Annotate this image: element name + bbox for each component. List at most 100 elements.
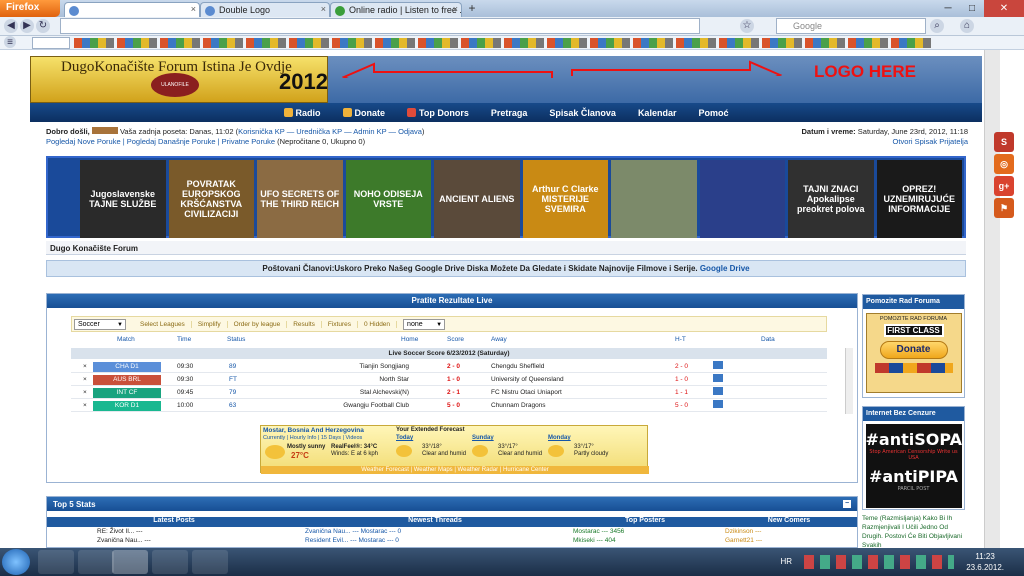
forward-icon[interactable]: ▶ bbox=[20, 19, 34, 33]
close-icon[interactable]: × bbox=[321, 4, 326, 14]
stat-cell[interactable]: Garnett21 --- bbox=[721, 536, 857, 545]
back-icon[interactable]: ◀ bbox=[4, 19, 18, 33]
firefox-menu-button[interactable]: Firefox bbox=[0, 0, 60, 17]
stat-cell[interactable]: Resident Evil... --- Mostarac --- 0 bbox=[301, 536, 569, 545]
odds-icon[interactable] bbox=[713, 374, 723, 382]
site-header: DugoKonačište Forum Istina Je Ovdje ULAN… bbox=[30, 56, 982, 103]
friends-link[interactable]: Otvori Spisak Prijatelja bbox=[893, 137, 968, 147]
language-indicator[interactable]: HR bbox=[780, 557, 792, 566]
forecast-day[interactable]: Monday 33°/17° Partly cloudy bbox=[548, 435, 624, 465]
share-icon[interactable]: ⚑ bbox=[994, 198, 1014, 218]
movie-poster[interactable]: ANCIENT ALIENS bbox=[434, 160, 520, 238]
reddit-icon[interactable]: ◎ bbox=[994, 154, 1014, 174]
table-row[interactable]: × AUS BRL 09:30 FT North Star 1 - 0 University… bbox=[71, 374, 827, 386]
close-icon[interactable]: × bbox=[191, 4, 196, 14]
user-cp-links[interactable]: Korisnička KP — Urednička KP — Admin KP … bbox=[238, 127, 422, 136]
odds-icon[interactable] bbox=[713, 400, 723, 408]
menu-item-members[interactable]: Spisak Članova bbox=[549, 108, 616, 118]
table-row[interactable]: × KOR D1 10:00 63 Gwangju Football Club 5 - 0… bbox=[71, 400, 827, 412]
menu-item-calendar[interactable]: Kalendar bbox=[638, 108, 677, 118]
chrome-icon[interactable] bbox=[152, 550, 188, 574]
google-plus-icon[interactable]: g+ bbox=[994, 176, 1014, 196]
movie-poster[interactable] bbox=[699, 160, 785, 238]
stat-cell[interactable]: Dzikinson --- bbox=[721, 527, 857, 536]
donate-ad[interactable]: POMOZITE RAD FORUMA FIRST CLASS Donate bbox=[865, 313, 962, 393]
start-button[interactable] bbox=[2, 549, 30, 575]
menu-item-top-donors[interactable]: Top Donors bbox=[407, 108, 469, 118]
remove-icon[interactable]: × bbox=[83, 387, 87, 399]
new-tab-button[interactable]: + bbox=[464, 2, 480, 16]
hidden-count[interactable]: 0 Hidden bbox=[358, 320, 398, 328]
scores-scrollbar[interactable] bbox=[845, 348, 853, 414]
home-icon[interactable]: ⌂ bbox=[960, 19, 974, 33]
table-row[interactable]: × INT CF 09:45 79 Stal Alchevski(N) 2 - 1 FC N… bbox=[71, 387, 827, 399]
table-row[interactable]: × CHA D1 09:30 89 Tianjin Songjiang 2 - 0 Chen… bbox=[71, 361, 827, 373]
google-drive-link[interactable]: Google Drive bbox=[698, 264, 750, 273]
stat-cell[interactable]: Zvanična Nau... --- Mostarac --- 0 bbox=[301, 527, 569, 536]
sport-select[interactable]: Soccer ▼ bbox=[74, 318, 126, 330]
forecast-day[interactable]: Sunday 33°/17° Clear and humid bbox=[472, 435, 548, 465]
movie-poster[interactable] bbox=[611, 160, 697, 238]
movie-poster[interactable]: OPREZ! UZNEMIRUJUĆE INFORMACIJE bbox=[876, 160, 962, 238]
weather-links[interactable]: Currently | Hourly Info | 15 Days | Vide… bbox=[263, 435, 362, 441]
movie-poster[interactable]: POVRATAK EUROPSKOG KRŠĆANSTVA CIVILIZACI… bbox=[168, 160, 254, 238]
post-links[interactable]: Pogledaj Nove Poruke | Pogledaj Današnje… bbox=[46, 137, 275, 146]
menu-icon[interactable]: ≡ bbox=[4, 36, 16, 48]
tab-double-logo[interactable]: Double Logo × bbox=[200, 2, 330, 17]
remove-icon[interactable]: × bbox=[83, 361, 87, 373]
filter-order-league[interactable]: Order by league bbox=[228, 320, 288, 328]
menu-item-help[interactable]: Pomoć bbox=[698, 108, 728, 118]
stat-cell[interactable]: RE: Život Il... --- bbox=[47, 527, 301, 536]
refresh-icon[interactable]: ↻ bbox=[36, 19, 50, 33]
minimize-button[interactable]: ─ bbox=[936, 0, 960, 17]
stumble-icon[interactable]: S bbox=[994, 132, 1014, 152]
menu-item-radio[interactable]: Radio bbox=[283, 108, 321, 118]
menu-item-donate[interactable]: Donate bbox=[342, 108, 385, 118]
filter-results[interactable]: Results bbox=[287, 320, 322, 328]
odds-icon[interactable] bbox=[713, 361, 723, 369]
weather-widget: Mostar, Bosnia And Herzegovina Currently… bbox=[260, 425, 649, 474]
none-select[interactable]: none ▼ bbox=[403, 318, 446, 330]
taskbar-clock[interactable]: 11:23 23.6.2012. bbox=[966, 551, 1004, 573]
search-icon[interactable]: ⌕ bbox=[930, 19, 944, 33]
bookmark-icon[interactable]: ☆ bbox=[740, 19, 754, 33]
forecast-day[interactable]: Today 33°/18° Clear and humid bbox=[396, 435, 472, 465]
remove-icon[interactable]: × bbox=[83, 400, 87, 412]
close-window-button[interactable]: ✕ bbox=[984, 0, 1024, 17]
filter-select-leagues[interactable]: Select Leagues bbox=[134, 320, 192, 328]
anti-sopa-banner[interactable]: #antiSOPA Stop American Censorship Write… bbox=[865, 424, 962, 508]
menu-item-search[interactable]: Pretraga bbox=[491, 108, 528, 118]
firefox-task-icon[interactable] bbox=[112, 550, 148, 574]
stat-cell[interactable]: Mkiseki --- 404 bbox=[569, 536, 721, 545]
username[interactable] bbox=[91, 127, 118, 134]
site-logo[interactable]: DugoKonačište Forum Istina Je Ovdje ULAN… bbox=[30, 56, 328, 103]
movie-poster[interactable]: Arthur C Clarke MISTERIJE SVEMIRA bbox=[522, 160, 608, 238]
opera-icon[interactable] bbox=[192, 550, 228, 574]
search-input[interactable]: Google bbox=[776, 18, 926, 34]
maximize-button[interactable]: □ bbox=[960, 0, 984, 17]
stat-cell[interactable]: Zvanična Nau... --- bbox=[47, 536, 301, 545]
donate-button[interactable]: Donate bbox=[879, 341, 948, 359]
close-icon[interactable]: × bbox=[453, 4, 458, 14]
url-bar[interactable] bbox=[60, 18, 700, 34]
explorer-icon[interactable] bbox=[38, 550, 74, 574]
movie-poster[interactable]: TAJNI ZNACI Apokalipse preokret polova bbox=[788, 160, 874, 238]
weather-footer[interactable]: Weather Forecast | Weather Maps | Weathe… bbox=[261, 466, 649, 474]
stat-cell[interactable]: Mostarac --- 3456 bbox=[569, 527, 721, 536]
tab-online-radio[interactable]: Online radio | Listen to free ... × bbox=[330, 2, 462, 17]
zoom-field[interactable] bbox=[32, 37, 70, 49]
page-scrollbar[interactable] bbox=[984, 50, 1000, 548]
filter-simplify[interactable]: Simplify bbox=[192, 320, 228, 328]
tray-icons[interactable] bbox=[804, 555, 954, 569]
media-player-icon[interactable] bbox=[78, 550, 114, 574]
movie-poster[interactable]: NOHO ODISEJA VRSTE bbox=[345, 160, 431, 238]
movie-poster[interactable]: Jugoslavenske TAJNE SLUŽBE bbox=[80, 160, 166, 238]
weather-location[interactable]: Mostar, Bosnia And Herzegovina bbox=[263, 427, 364, 434]
addon-icons[interactable] bbox=[74, 38, 934, 48]
collapse-icon[interactable]: − bbox=[843, 500, 851, 508]
movie-poster[interactable]: UFO SECRETS OF THE THIRD REICH bbox=[257, 160, 343, 238]
remove-icon[interactable]: × bbox=[83, 374, 87, 386]
odds-icon[interactable] bbox=[713, 387, 723, 395]
filter-fixtures[interactable]: Fixtures bbox=[322, 320, 359, 328]
tab-forum[interactable]: × bbox=[64, 2, 200, 17]
